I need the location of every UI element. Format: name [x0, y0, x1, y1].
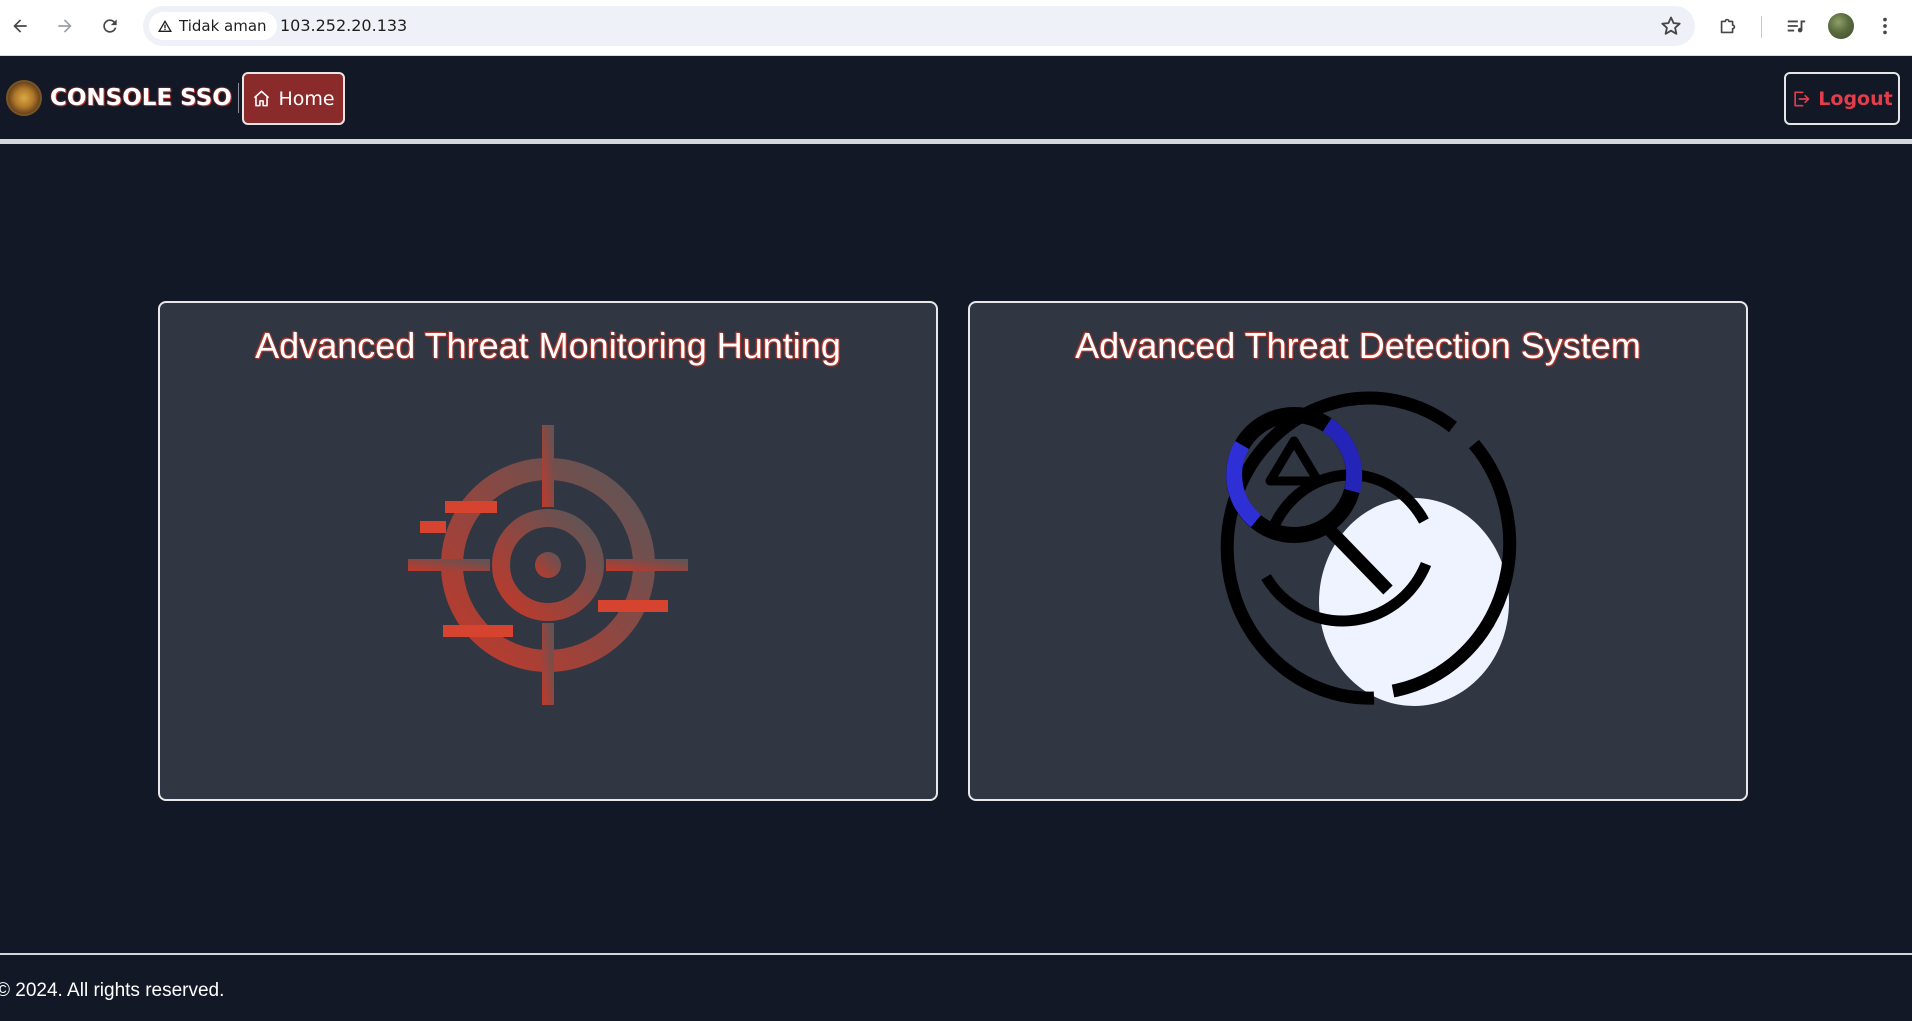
target-crosshair-icon [408, 425, 688, 705]
brand-title: CONSOLE SSO [50, 83, 239, 113]
home-button[interactable]: Home [242, 72, 345, 125]
media-control-icon[interactable] [1783, 13, 1809, 39]
address-bar[interactable]: Tidak aman 103.252.20.133 [143, 6, 1695, 46]
magnifier-detection-icon [1220, 391, 1517, 706]
app-header: CONSOLE SSO Home Logout [0, 56, 1912, 144]
home-label: Home [278, 87, 335, 110]
emblem-logo [6, 80, 42, 116]
brand[interactable]: CONSOLE SSO [6, 80, 239, 116]
card-title: Advanced Threat Detection System [1075, 325, 1641, 366]
toolbar-divider [1761, 16, 1762, 38]
card-title: Advanced Threat Monitoring Hunting [255, 325, 841, 366]
logout-button[interactable]: Logout [1784, 72, 1900, 125]
home-icon [254, 90, 270, 107]
security-chip[interactable]: Tidak aman [149, 12, 277, 40]
star-icon[interactable] [1659, 14, 1683, 38]
card-threat-monitoring-hunting[interactable]: Advanced Threat Monitoring Hunting [158, 301, 938, 801]
security-label: Tidak aman [179, 17, 267, 35]
browser-toolbar: Tidak aman 103.252.20.133 [0, 0, 1912, 56]
card-threat-detection-system[interactable]: Advanced Threat Detection System [968, 301, 1748, 801]
puzzle-icon[interactable] [1715, 13, 1741, 39]
warning-triangle-icon [158, 20, 172, 32]
logout-icon [1794, 91, 1810, 106]
forward-arrow-icon[interactable] [51, 12, 79, 40]
back-arrow-icon[interactable] [6, 12, 34, 40]
footer: © 2024. All rights reserved. [0, 953, 1912, 1021]
reload-icon[interactable] [96, 12, 124, 40]
profile-avatar[interactable] [1828, 13, 1854, 39]
logout-label: Logout [1818, 87, 1893, 110]
url-text[interactable]: 103.252.20.133 [280, 16, 407, 35]
kebab-menu-icon[interactable] [1872, 13, 1898, 39]
footer-copyright: © 2024. All rights reserved. [0, 980, 225, 1001]
